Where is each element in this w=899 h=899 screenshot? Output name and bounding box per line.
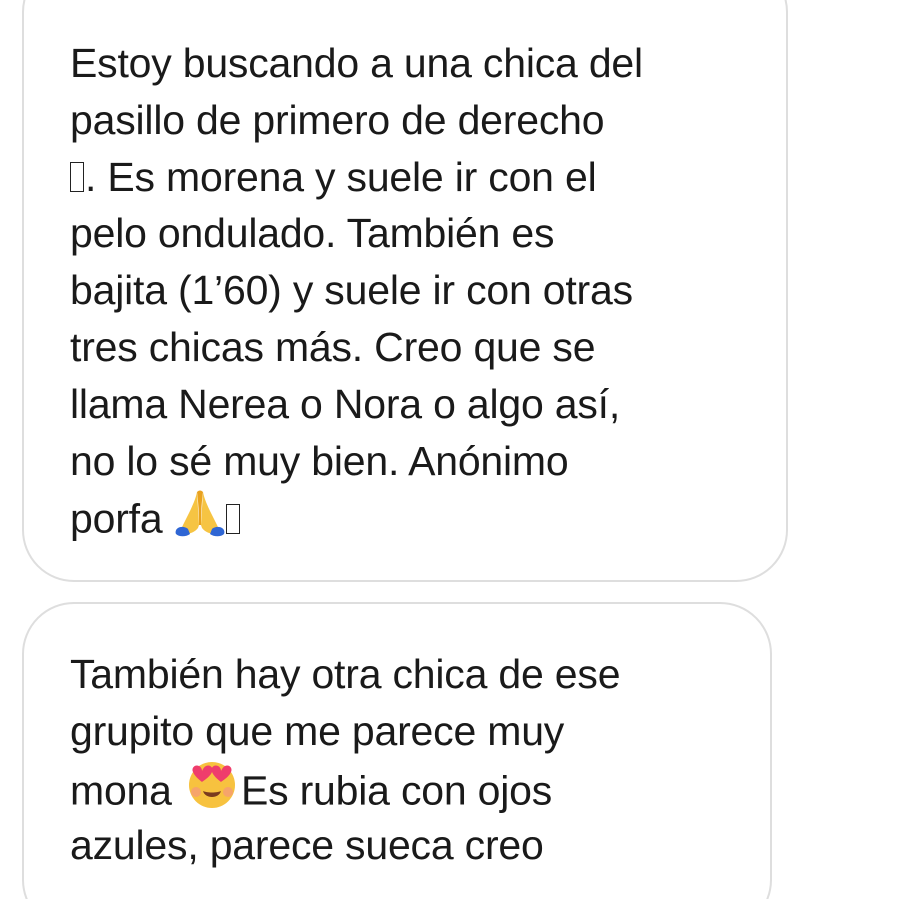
message-line: tres chicas más. Creo que se	[70, 324, 596, 370]
message-line: porfa	[70, 490, 241, 542]
message-line: grupito que me parece muy	[70, 708, 565, 754]
message-line: llama Nerea o Nora o algo así,	[70, 381, 621, 427]
message-line: . Es morena y suele ir con el	[70, 152, 597, 202]
message-line: mona Es rubia con ojos	[70, 762, 552, 813]
heart-eyes-icon	[183, 760, 241, 821]
message-line: pelo ondulado. También es	[70, 210, 555, 256]
praying-hands-icon	[174, 489, 226, 548]
message-line: También hay otra chica de ese	[70, 651, 621, 697]
message-line: azules, parece sueca creo	[70, 822, 544, 868]
message-line: no lo sé muy bien. Anónimo	[70, 438, 569, 484]
message-line: bajita (1’60) y suele ir con otras	[70, 267, 633, 313]
missing-glyph-icon	[70, 162, 84, 193]
message-line: pasillo de primero de derecho	[70, 97, 605, 143]
missing-glyph-icon	[225, 503, 240, 534]
message-line: Estoy buscando a una chica del	[70, 40, 643, 86]
